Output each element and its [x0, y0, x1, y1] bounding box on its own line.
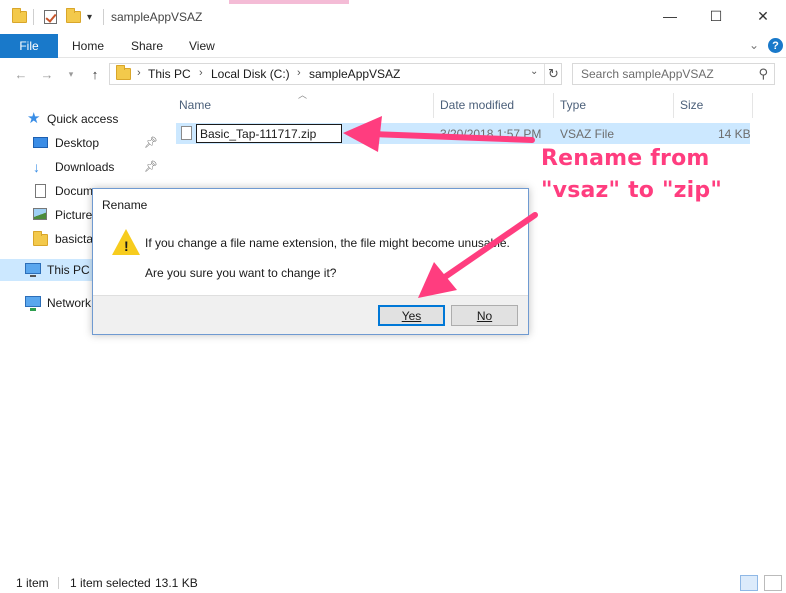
- tab-home[interactable]: Home: [72, 34, 104, 58]
- rename-dialog: Rename ! If you change a file name exten…: [92, 188, 529, 335]
- selection-count: 1 item selected: [70, 576, 151, 590]
- nav-item-label: This PC: [47, 263, 90, 277]
- yes-button[interactable]: Yes: [378, 305, 445, 326]
- window-title: sampleAppVSAZ: [111, 10, 203, 24]
- search-input[interactable]: Search sampleAppVSAZ ⚲: [572, 63, 775, 85]
- pin-icon[interactable]: 📌︎: [144, 160, 158, 173]
- pictures-icon: [33, 208, 49, 222]
- breadcrumb-local-disk[interactable]: Local Disk (C:): [211, 67, 290, 81]
- folder-icon: [12, 8, 27, 26]
- file-row[interactable]: Basic_Tap-111717.zip 3/20/2018 1:57 PM V…: [176, 123, 751, 144]
- refresh-icon[interactable]: ↻: [544, 64, 562, 84]
- tab-file[interactable]: File: [0, 34, 58, 58]
- chevron-right-icon[interactable]: ›: [199, 67, 203, 79]
- details-view-icon[interactable]: [740, 575, 758, 591]
- sort-caret-icon: ︿: [298, 90, 308, 100]
- nav-item-label: basicta: [55, 232, 94, 246]
- nav-item-label: Docum: [55, 184, 94, 198]
- column-divider[interactable]: [553, 93, 554, 118]
- pin-icon[interactable]: 📌︎: [144, 136, 158, 149]
- up-arrow-icon[interactable]: ↑: [86, 66, 104, 82]
- dialog-title: Rename: [102, 198, 148, 212]
- file-date: 3/20/2018 1:57 PM: [440, 127, 542, 141]
- no-button[interactable]: No: [451, 305, 518, 326]
- annotation-line2: "vsaz" to "zip": [541, 178, 722, 203]
- nav-item-quick-access[interactable]: ★ Quick access: [0, 108, 160, 130]
- network-icon: [25, 296, 41, 311]
- file-type: VSAZ File: [560, 127, 615, 141]
- ribbon: File Home Share View ⌄ ?: [0, 34, 786, 58]
- recent-locations-icon[interactable]: ▾: [62, 66, 80, 82]
- tab-view[interactable]: View: [189, 34, 215, 58]
- nav-item-desktop[interactable]: Desktop 📌︎: [0, 132, 160, 154]
- this-pc-icon: [25, 263, 41, 277]
- column-header-size[interactable]: Size: [680, 93, 703, 117]
- search-placeholder: Search sampleAppVSAZ: [581, 67, 714, 81]
- file-size: 14 KB: [718, 127, 751, 141]
- downloads-icon: ↓: [33, 159, 40, 175]
- back-arrow-icon[interactable]: ←: [12, 66, 30, 82]
- file-icon: [181, 126, 192, 140]
- address-dropdown-icon[interactable]: ⌄: [530, 66, 538, 77]
- chevron-down-icon[interactable]: ⌄: [749, 38, 759, 52]
- maximize-button[interactable]: ☐: [693, 0, 739, 32]
- documents-icon: [33, 184, 49, 198]
- dialog-message: If you change a file name extension, the…: [145, 236, 510, 250]
- forward-arrow-icon[interactable]: →: [38, 66, 56, 82]
- close-button[interactable]: ✕: [740, 0, 786, 32]
- column-divider[interactable]: [433, 93, 434, 118]
- divider: [58, 577, 59, 589]
- nav-item-label: Quick access: [47, 112, 119, 126]
- column-header-name[interactable]: Name: [179, 93, 211, 117]
- dialog-footer: Yes No: [93, 295, 528, 334]
- help-icon[interactable]: ?: [768, 38, 783, 53]
- nav-item-downloads[interactable]: ↓ Downloads 📌︎: [0, 156, 160, 178]
- divider: [103, 9, 104, 25]
- customize-toolbar-icon[interactable]: ▾: [87, 8, 92, 26]
- chevron-right-icon[interactable]: ›: [137, 67, 141, 79]
- desktop-icon: [33, 136, 49, 150]
- nav-item-label: Desktop: [55, 136, 100, 150]
- item-count: 1 item: [16, 576, 49, 590]
- nav-item-label: Picture: [55, 208, 93, 222]
- large-icons-view-icon[interactable]: [764, 575, 782, 591]
- dialog-question: Are you sure you want to change it?: [145, 266, 337, 280]
- column-divider[interactable]: [673, 93, 674, 118]
- column-header-type[interactable]: Type: [560, 93, 586, 117]
- column-divider[interactable]: [752, 93, 753, 118]
- breadcrumb-this-pc[interactable]: This PC: [148, 67, 191, 81]
- folder-icon: [116, 65, 131, 80]
- annotation-line1: Rename from: [541, 146, 710, 171]
- rename-input[interactable]: Basic_Tap-111717.zip: [196, 124, 342, 143]
- new-folder-icon[interactable]: [66, 8, 81, 26]
- title-bar: ▾ sampleAppVSAZ — ☐ ✕: [0, 0, 786, 34]
- nav-item-label: Network: [47, 296, 92, 310]
- selection-size: 13.1 KB: [155, 576, 198, 590]
- warning-exclamation: !: [124, 238, 129, 254]
- nav-item-label: Downloads: [55, 160, 115, 174]
- breadcrumb-sampleappvsaz[interactable]: sampleAppVSAZ: [309, 67, 400, 81]
- status-bar: 1 item 1 item selected 13.1 KB: [0, 573, 786, 593]
- search-icon: ⚲: [758, 66, 768, 81]
- minimize-button[interactable]: —: [647, 0, 693, 32]
- properties-icon[interactable]: [44, 8, 57, 26]
- highlight-strip: [229, 0, 349, 4]
- address-bar[interactable]: › This PC › Local Disk (C:) › sampleAppV…: [109, 63, 562, 85]
- chevron-right-icon[interactable]: ›: [297, 67, 301, 79]
- tab-share[interactable]: Share: [131, 34, 163, 58]
- star-icon: ★: [27, 110, 41, 127]
- folder-icon: [33, 231, 49, 248]
- divider: [33, 9, 34, 25]
- column-header-date[interactable]: Date modified: [440, 93, 514, 117]
